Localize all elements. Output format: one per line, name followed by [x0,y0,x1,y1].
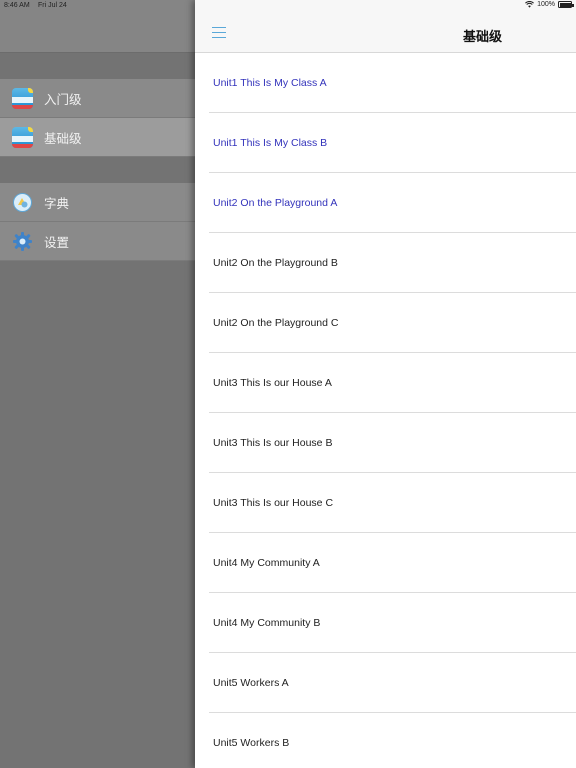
sidebar-item-label: 入门级 [44,91,82,107]
sidebar-item-label: 基础级 [44,130,82,146]
lesson-list-item[interactable]: Unit2 On the Playground A [209,173,576,233]
lesson-list-item[interactable]: Unit1 This Is My Class A [209,53,576,113]
status-time: 8:46 AM [4,2,30,9]
lesson-list-item[interactable]: Unit2 On the Playground C [209,293,576,353]
lesson-list-item[interactable]: Unit5 Workers A [209,653,576,713]
lesson-list-item[interactable]: Unit1 This Is My Class B [209,113,576,173]
sidebar-item-beginner[interactable]: 入门级 [0,79,195,118]
lesson-list-item[interactable]: Unit5 Workers B [209,713,576,768]
lesson-list-item[interactable]: Unit3 This Is our House C [209,473,576,533]
battery-fill [559,2,571,7]
lesson-list-item[interactable]: Unit3 This Is our House B [209,413,576,473]
sidebar-item-settings[interactable]: 设置 [0,222,195,261]
page-title: 基础级 [463,30,503,45]
battery-percent: 100% [537,1,555,8]
lesson-list-item[interactable]: Unit2 On the Playground B [209,233,576,293]
gear-icon [12,231,33,252]
sidebar: 入门级 基础级 字典 设置 [0,0,195,768]
textbook-app-icon [12,87,33,109]
sidebar-item-basic[interactable]: 基础级 [0,118,195,157]
sidebar-item-dictionary[interactable]: 字典 [0,183,195,222]
lesson-list-item[interactable]: Unit3 This Is our House A [209,353,576,413]
textbook-app-icon [12,126,33,148]
status-bar: 8:46 AM Fri Jul 24 100% [0,0,576,12]
detail-panel: 基础级 Unit1 This Is My Class A Unit1 This I… [195,0,576,768]
status-right: 100% [525,1,574,8]
sidebar-group-levels: 入门级 基础级 [0,79,195,157]
dictionary-icon [12,192,33,213]
sidebar-group-tools: 字典 设置 [0,183,195,261]
sidebar-item-label: 设置 [44,234,70,250]
wifi-icon [525,1,535,8]
battery-icon [558,1,574,8]
lesson-list-item[interactable]: Unit4 My Community B [209,593,576,653]
status-date: Fri Jul 24 [38,2,67,9]
hamburger-menu-icon[interactable] [212,27,226,39]
sidebar-item-label: 字典 [44,195,70,211]
lesson-list-item[interactable]: Unit4 My Community A [209,533,576,593]
lesson-list: Unit1 This Is My Class A Unit1 This Is My… [195,53,576,768]
